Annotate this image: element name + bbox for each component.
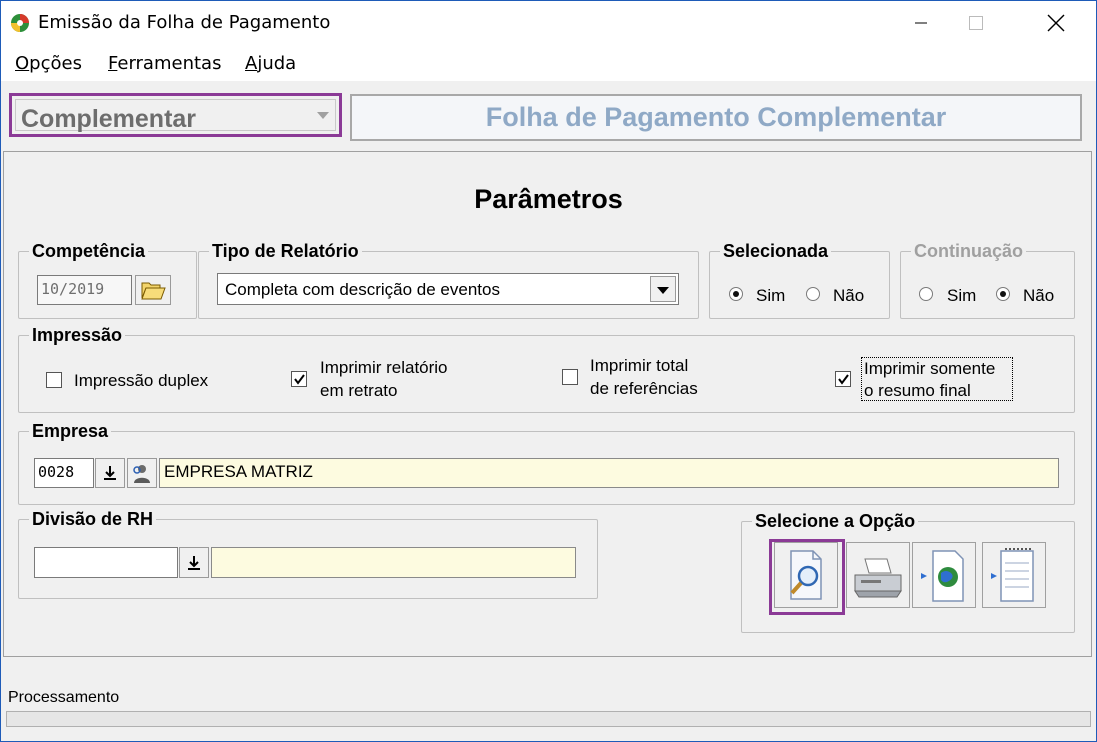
- empresa-legend: Empresa: [32, 421, 109, 441]
- menu-opcoes-mnemonic: O: [15, 53, 30, 74]
- selecionada-group: Selecionada: [709, 241, 890, 319]
- continuacao-nao-radio[interactable]: [996, 287, 1010, 301]
- divisao-code-input[interactable]: [34, 547, 178, 578]
- chevron-down-icon: [317, 112, 329, 119]
- divisao-name-field: [211, 547, 576, 578]
- continuacao-sim-label: Sim: [947, 286, 977, 305]
- folder-open-icon: [141, 282, 166, 300]
- globe-document-icon: [921, 550, 964, 602]
- checkmark-icon: [294, 374, 305, 385]
- report-banner: Folha de Pagamento Complementar: [350, 94, 1082, 141]
- empresa-name-field: EMPRESA MATRIZ: [159, 458, 1059, 488]
- competencia-browse-button[interactable]: [135, 275, 171, 305]
- empresa-code-input[interactable]: 0028: [34, 458, 94, 488]
- total-ref-checkbox[interactable]: [562, 369, 578, 385]
- competencia-legend: Competência: [32, 241, 146, 261]
- checkmark-icon: [838, 374, 849, 385]
- tipo-relatorio-dropdown-button[interactable]: [650, 276, 676, 302]
- empresa-search-button[interactable]: [127, 458, 157, 488]
- total-ref-label-line2: de referências: [590, 379, 698, 398]
- menu-bar: Opções Ferramentas Ajuda: [1, 45, 1096, 81]
- menu-ajuda-label: juda: [257, 53, 297, 74]
- menu-ferramentas-mnemonic: F: [108, 53, 118, 74]
- close-icon: [1047, 14, 1065, 32]
- competencia-input[interactable]: 10/2019: [37, 275, 132, 305]
- continuacao-sim-radio[interactable]: [919, 287, 933, 301]
- continuacao-nao-label: Não: [1023, 286, 1055, 305]
- resumo-label-line1: Imprimir somente: [864, 359, 996, 378]
- menu-ferramentas[interactable]: Ferramentas: [108, 53, 221, 74]
- export-web-button[interactable]: [912, 542, 976, 608]
- menu-opcoes-label: pções: [29, 53, 82, 74]
- main-window: Emissão da Folha de Pagamento Opções Fer…: [0, 0, 1097, 742]
- selecionada-legend: Selecionada: [723, 241, 829, 261]
- selecionada-nao-radio[interactable]: [806, 287, 820, 301]
- tipo-relatorio-value: Completa com descrição de eventos: [225, 280, 500, 299]
- magnifier-document-icon: [790, 550, 822, 600]
- maximize-button[interactable]: [951, 1, 1001, 45]
- printer-icon: [854, 558, 902, 598]
- status-label: Processamento: [8, 689, 120, 706]
- type-select-highlight: Complementar: [9, 93, 342, 137]
- continuacao-legend: Continuação: [914, 241, 1024, 261]
- selecionada-sim-label: Sim: [756, 286, 786, 305]
- notepad-document-icon: [991, 548, 1034, 602]
- opcao-legend: Selecione a Opção: [755, 511, 916, 531]
- minimize-icon: [915, 22, 927, 24]
- continuacao-group: Continuação: [900, 241, 1075, 319]
- params-title: Parâmetros: [474, 184, 623, 214]
- preview-button[interactable]: [774, 542, 838, 608]
- maximize-icon: [969, 16, 983, 30]
- resumo-label-line2: o resumo final: [864, 381, 971, 400]
- menu-ajuda-mnemonic: A: [245, 53, 258, 74]
- arrow-down-bar-icon: [188, 555, 200, 570]
- impressao-legend: Impressão: [32, 325, 123, 345]
- app-icon: [11, 14, 29, 32]
- title-bar: Emissão da Folha de Pagamento: [1, 1, 1096, 45]
- divisao-legend: Divisão de RH: [32, 509, 154, 529]
- person-search-icon: [133, 465, 150, 483]
- minimize-button[interactable]: [896, 1, 946, 45]
- print-button[interactable]: [846, 542, 910, 608]
- resumo-focus-box: Imprimir somente o resumo final: [861, 357, 1013, 401]
- arrow-down-bar-icon: [104, 466, 116, 480]
- tipo-relatorio-select[interactable]: Completa com descrição de eventos: [217, 273, 679, 305]
- resumo-checkbox[interactable]: [835, 371, 851, 387]
- menu-ferramentas-label: erramentas: [117, 53, 222, 74]
- export-text-button[interactable]: [982, 542, 1046, 608]
- menu-opcoes[interactable]: Opções: [15, 53, 82, 74]
- total-ref-label-line1: Imprimir total: [590, 356, 689, 375]
- empresa-lookup-button[interactable]: [95, 458, 125, 488]
- close-button[interactable]: [1031, 1, 1081, 45]
- duplex-label: Impressão duplex: [74, 371, 209, 390]
- type-select[interactable]: Complementar: [15, 99, 336, 133]
- duplex-checkbox[interactable]: [46, 372, 62, 388]
- selecionada-sim-radio[interactable]: [729, 287, 743, 301]
- selecionada-nao-label: Não: [833, 286, 865, 305]
- progress-bar: [6, 711, 1091, 727]
- retrato-label-line1: Imprimir relatório: [320, 358, 448, 377]
- type-select-value: Complementar: [21, 105, 197, 133]
- retrato-checkbox[interactable]: [291, 371, 307, 387]
- retrato-label-line2: em retrato: [320, 381, 398, 400]
- divisao-lookup-button[interactable]: [179, 547, 209, 578]
- window-title: Emissão da Folha de Pagamento: [38, 12, 331, 33]
- menu-ajuda[interactable]: Ajuda: [245, 53, 296, 74]
- tipo-relatorio-legend: Tipo de Relatório: [212, 241, 359, 261]
- chevron-down-icon: [657, 287, 669, 294]
